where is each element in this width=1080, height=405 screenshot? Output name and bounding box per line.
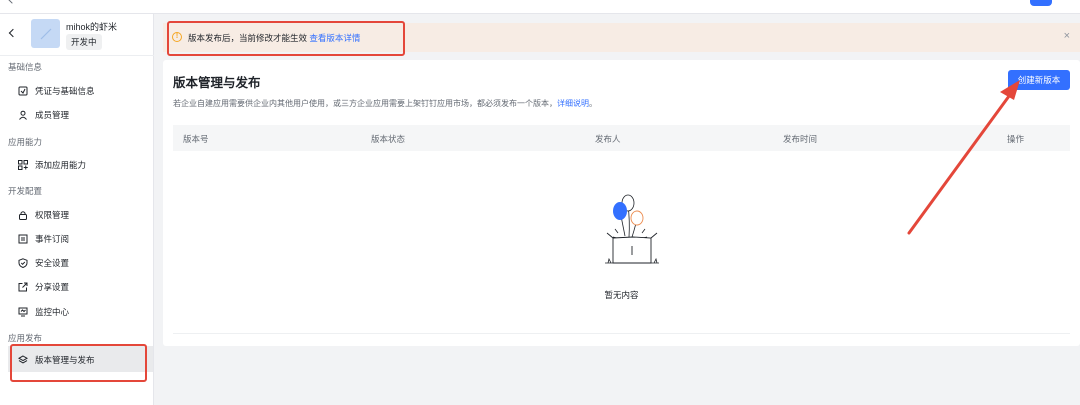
share-icon — [18, 282, 28, 292]
sidebar-item-security[interactable]: 安全设置 — [18, 254, 69, 272]
back-icon[interactable] — [6, 0, 18, 4]
details-link[interactable]: 详细说明 — [557, 99, 589, 108]
column-header-version: 版本号 — [183, 134, 209, 144]
event-icon — [18, 234, 28, 244]
app-header: mihok的虾米 开发中 — [0, 14, 154, 56]
monitor-icon — [18, 307, 28, 317]
sidebar-item-label: 添加应用能力 — [35, 160, 87, 170]
sidebar-item-share[interactable]: 分享设置 — [18, 278, 69, 296]
page-title: 版本管理与发布 — [173, 76, 261, 90]
close-icon[interactable]: × — [1064, 30, 1070, 42]
table-header: 版本号 版本状态 发布人 发布时间 操作 — [173, 125, 1070, 151]
sidebar-item-label: 分享设置 — [35, 282, 70, 292]
description-text: 若企业自建应用需要供企业内其他用户使用，或三方企业应用需要上架钉钉应用市场，都必… — [173, 99, 557, 108]
annotation-highlight-box — [10, 344, 147, 382]
column-header-status: 版本状态 — [371, 134, 406, 144]
sidebar-item-label: 凭证与基础信息 — [35, 86, 95, 96]
back-arrow-icon[interactable] — [8, 28, 18, 38]
person-icon — [18, 110, 28, 120]
status-badge: 开发中 — [66, 34, 102, 50]
grid-add-icon — [18, 160, 28, 170]
create-version-button[interactable]: 创建新版本 — [1008, 70, 1070, 90]
sidebar-item-label: 安全设置 — [35, 258, 70, 268]
page-description: 若企业自建应用需要供企业内其他用户使用，或三方企业应用需要上架钉钉应用市场，都必… — [173, 98, 597, 109]
description-end: 。 — [589, 99, 597, 108]
empty-text: 暂无内容 — [604, 290, 639, 300]
group-title-dev-config: 开发配置 — [8, 186, 43, 196]
column-header-publish-time: 发布时间 — [783, 134, 818, 144]
sidebar: mihok的虾米 开发中 基础信息 凭证与基础信息 成员管理 应用能力 添加应用… — [0, 14, 154, 405]
empty-box-illustration — [605, 194, 659, 264]
column-header-publisher: 发布人 — [595, 134, 621, 144]
group-title-basic: 基础信息 — [8, 62, 43, 72]
sidebar-item-members[interactable]: 成员管理 — [18, 106, 69, 124]
sidebar-item-events[interactable]: 事件订阅 — [18, 230, 69, 248]
top-bar — [0, 0, 1080, 14]
empty-state: 暂无内容 — [173, 151, 1070, 334]
sidebar-item-permissions[interactable]: 权限管理 — [18, 206, 69, 224]
group-title-publish: 应用发布 — [8, 333, 43, 343]
credential-icon — [18, 86, 28, 96]
shield-icon — [18, 258, 28, 268]
sidebar-item-label: 监控中心 — [35, 307, 70, 317]
sidebar-item-monitor[interactable]: 监控中心 — [18, 303, 69, 321]
sidebar-item-label: 事件订阅 — [35, 234, 70, 244]
lock-icon — [18, 210, 28, 220]
version-card: 版本管理与发布 若企业自建应用需要供企业内其他用户使用，或三方企业应用需要上架钉… — [163, 60, 1080, 346]
annotation-highlight-box — [167, 21, 405, 56]
sidebar-item-label: 权限管理 — [35, 210, 70, 220]
column-header-actions: 操作 — [1007, 134, 1025, 144]
help-button[interactable] — [1030, 0, 1052, 6]
group-title-capability: 应用能力 — [8, 137, 43, 147]
sidebar-item-add-capability[interactable]: 添加应用能力 — [18, 156, 86, 174]
app-name: mihok的虾米 — [66, 22, 118, 32]
sidebar-item-credentials[interactable]: 凭证与基础信息 — [18, 82, 95, 100]
sidebar-item-label: 成员管理 — [35, 110, 70, 120]
app-avatar — [31, 19, 60, 48]
